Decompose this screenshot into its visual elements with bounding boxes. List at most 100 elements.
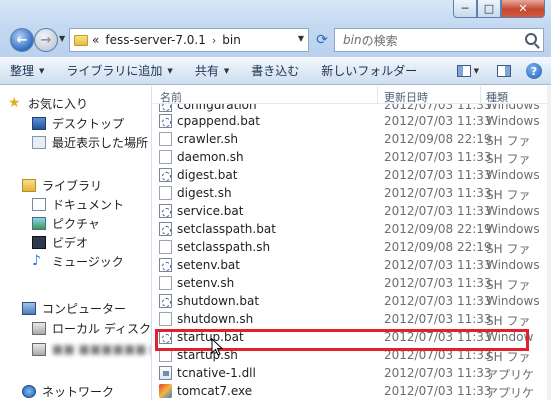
file-row[interactable]: service.bat 2012/07/03 11:33 Windows [153,202,551,220]
chevron-down-icon: ▼ [223,66,230,75]
nav-documents[interactable]: ドキュメント [32,195,124,213]
nav-favorites[interactable]: ★ お気に入り [8,94,88,112]
preview-pane-button[interactable] [493,61,515,81]
column-header-type[interactable]: 種類 [486,89,508,105]
nav-label: お気に入り [28,96,89,111]
file-row[interactable]: setenv.bat 2012/07/03 11:33 Windows [153,256,551,274]
file-list: configuration 2012/07/03 11:33 Windows cpap… [153,104,551,400]
search-icon[interactable] [525,33,537,45]
pictures-icon [32,216,46,230]
nav-computer[interactable]: コンピューター [22,299,126,317]
file-row[interactable]: tomcat7.exe 2012/07/03 11:33 アプリケ [153,382,551,400]
file-modified-date: 2012/07/03 11:33 [384,384,492,398]
minimize-button[interactable]: ─ [453,0,477,18]
nav-pictures[interactable]: ピクチャ [32,214,100,232]
file-row[interactable]: startup.sh 2012/07/03 11:33 SH ファ [153,346,551,364]
file-type: Windows [486,258,540,272]
add-to-library-button[interactable]: ライブラリに追加 ▼ [66,62,172,79]
file-type: Windows [486,222,540,236]
search-placeholder-folder: bin [343,33,362,47]
file-type: SH ファ [486,152,531,166]
organize-label: 整理 [10,64,35,78]
breadcrumb-separator[interactable]: › [212,34,216,47]
share-button[interactable]: 共有 ▼ [195,62,229,79]
bat-file-icon [159,222,172,236]
file-modified-date: 2012/07/03 11:33 [384,186,492,200]
file-row[interactable]: cpappend.bat 2012/07/03 11:33 Windows [153,112,551,130]
back-button[interactable]: ← [10,28,34,52]
file-row[interactable]: setclasspath.sh 2012/09/08 22:19 SH ファ [153,238,551,256]
file-type: Windows [486,104,540,112]
file-type: アプリケ [486,368,535,382]
forward-button[interactable]: → [34,28,58,52]
bat-file-icon [159,114,172,128]
burn-label: 書き込む [251,64,300,78]
file-modified-date: 2012/07/03 11:33 [384,348,492,362]
nav-music[interactable]: ♪ ミュージック [32,252,124,270]
maximize-button[interactable]: □ [477,0,501,18]
vertical-scrollbar[interactable] [547,86,551,400]
file-modified-date: 2012/07/03 11:33 [384,204,492,218]
address-overflow[interactable]: « [92,33,99,47]
file-row[interactable]: digest.sh 2012/07/03 11:33 SH ファ [153,184,551,202]
file-modified-date: 2012/09/08 22:19 [384,222,492,236]
file-modified-date: 2012/07/03 11:33 [384,258,492,272]
sh-file-icon [159,348,172,362]
file-modified-date: 2012/07/03 11:33 [384,114,492,128]
library-icon [22,178,36,192]
burn-button[interactable]: 書き込む [251,62,299,79]
share-label: 共有 [194,64,219,78]
nav-drive-blurred[interactable]: ■■ ■■■■■■ ■■ [32,340,151,358]
file-row[interactable]: shutdown.sh 2012/07/03 11:33 SH ファ [153,310,551,328]
change-view-button[interactable]: ▼ [457,61,479,81]
file-row[interactable]: shutdown.bat 2012/07/03 11:33 Windows [153,292,551,310]
file-modified-date: 2012/07/03 11:33 [384,312,492,326]
file-row[interactable]: startup.bat 2012/07/03 11:33 Window [153,328,551,346]
refresh-icon: ⟳ [316,32,328,48]
file-modified-date: 2012/07/03 11:33 [384,168,492,182]
column-header-modified[interactable]: 更新日時 [384,89,428,105]
bat-file-icon [159,330,172,344]
search-input[interactable]: bin の検索 [334,28,544,52]
file-modified-date: 2012/07/03 11:33 [384,276,492,290]
drive-icon [32,342,46,356]
file-row[interactable]: tcnative-1.dll 2012/07/03 11:33 アプリケ [153,364,551,382]
nav-label: ネットワーク [42,384,115,399]
nav-videos[interactable]: ビデオ [32,233,88,251]
nav-recent-places[interactable]: 最近表示した場所 [32,133,148,151]
breadcrumb-fess-server[interactable]: fess-server-7.0.1 [105,33,206,47]
close-button[interactable]: ✕ [501,0,545,18]
nav-label: 最近表示した場所 [52,135,149,150]
refresh-button[interactable]: ⟳ [311,28,333,52]
nav-desktop[interactable]: デスクトップ [32,114,124,132]
file-modified-date: 2012/07/03 11:33 [384,150,492,164]
column-separator[interactable] [377,86,378,104]
nav-label: ビデオ [52,235,89,250]
file-row[interactable]: setenv.sh 2012/07/03 11:33 SH ファ [153,274,551,292]
sh-file-icon [159,150,172,164]
view-controls: ▼ ? [449,57,551,85]
file-row[interactable]: configuration 2012/07/03 11:33 Windows [153,104,551,112]
column-separator[interactable] [480,86,481,104]
file-type: アプリケ [486,386,535,400]
nav-libraries[interactable]: ライブラリ [22,176,102,194]
organize-button[interactable]: 整理 ▼ [10,62,44,79]
file-type: SH ファ [486,188,531,202]
nav-network[interactable]: ネットワーク [22,382,114,400]
new-folder-button[interactable]: 新しいフォルダー [321,62,417,79]
recent-pages-dropdown-icon[interactable]: ▼ [59,34,65,43]
file-modified-date: 2012/09/08 22:19 [384,132,492,146]
file-row[interactable]: daemon.sh 2012/07/03 11:33 SH ファ [153,148,551,166]
help-button[interactable]: ? [523,61,545,81]
column-header-name[interactable]: 名前 [160,89,182,105]
breadcrumb-bin[interactable]: bin [222,33,241,47]
file-row[interactable]: crawler.sh 2012/09/08 22:19 SH ファ [153,130,551,148]
nav-local-disk[interactable]: ローカル ディスク ( [32,319,151,337]
address-bar[interactable]: « fess-server-7.0.1 › bin ▼ [69,28,309,52]
file-name: startup.bat [177,330,244,344]
address-dropdown-icon[interactable]: ▼ [298,34,304,43]
file-row[interactable]: setclasspath.bat 2012/09/08 22:19 Windows [153,220,551,238]
file-modified-date: 2012/09/08 22:19 [384,240,492,254]
file-row[interactable]: digest.bat 2012/07/03 11:33 Windows [153,166,551,184]
file-name: cpappend.bat [177,114,260,128]
